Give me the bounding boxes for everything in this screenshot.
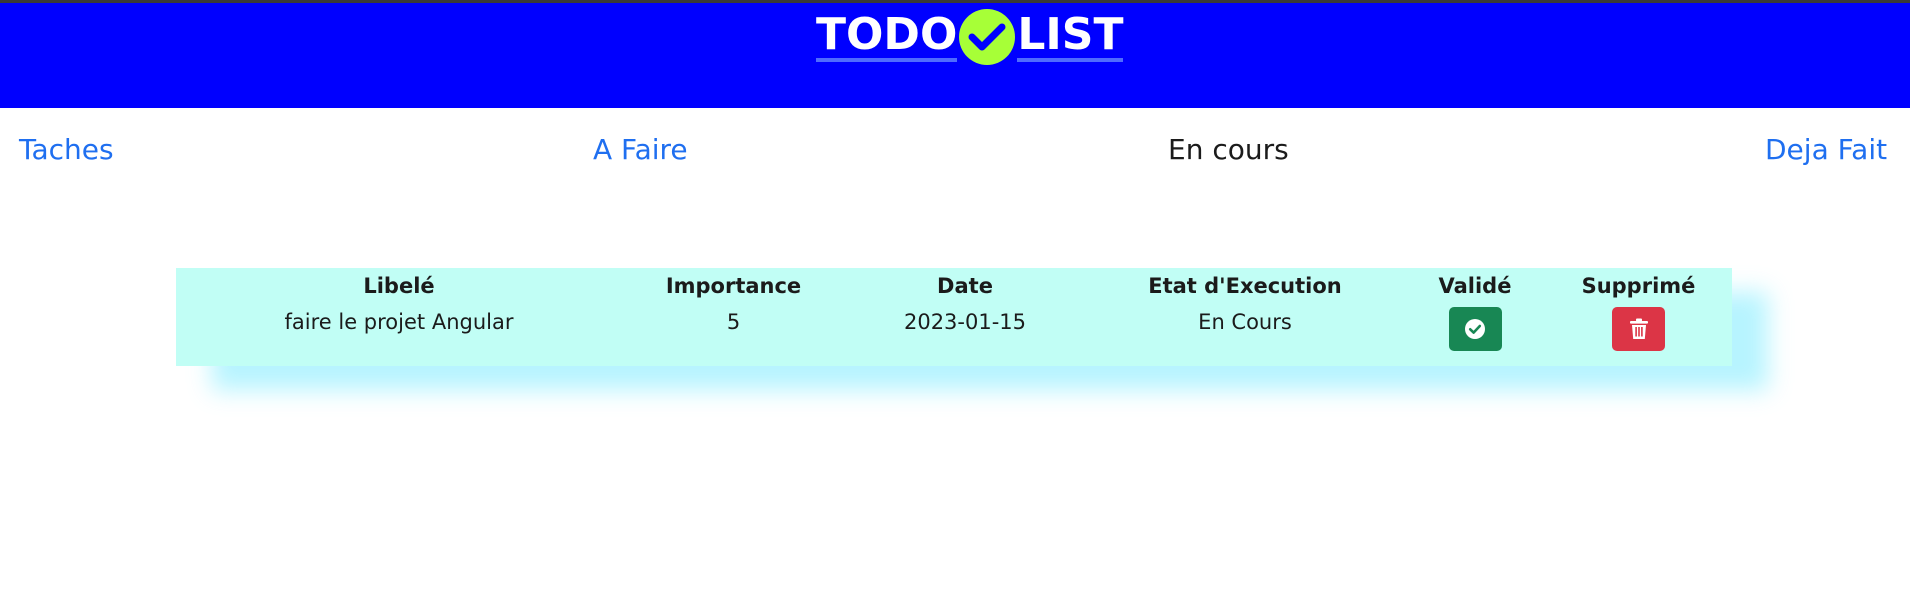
table-row: faire le projet Angular 5 2023-01-15 En … <box>176 304 1732 366</box>
nav-link-taches[interactable]: Taches <box>19 133 114 166</box>
task-date: 2023-01-15 <box>903 310 1027 334</box>
app-logo: TODO LIST <box>816 9 1124 65</box>
validate-button[interactable] <box>1448 307 1502 351</box>
nav-link-deja-fait[interactable]: Deja Fait <box>1765 133 1887 166</box>
task-importance: 5 <box>726 310 741 334</box>
column-header-etat: Etat d'Execution <box>1148 274 1342 298</box>
task-table: Libelé Importance Date Etat d'Execution … <box>176 268 1732 366</box>
column-header-valide: Validé <box>1438 274 1512 298</box>
column-header-importance: Importance <box>665 274 802 298</box>
delete-button[interactable] <box>1612 307 1665 351</box>
valide-cell <box>1405 304 1545 366</box>
trash-icon <box>1629 318 1648 339</box>
nav-link-a-faire[interactable]: A Faire <box>593 133 688 166</box>
supprime-cell <box>1545 304 1732 366</box>
check-circle-icon <box>959 9 1016 65</box>
column-header-libele: Libelé <box>363 274 435 298</box>
logo-text-right: LIST <box>1017 9 1124 62</box>
logo-text-left: TODO <box>816 9 958 62</box>
check-circle-icon <box>1465 319 1485 339</box>
nav-link-en-cours[interactable]: En cours <box>1168 133 1289 166</box>
column-header-date: Date <box>937 274 993 298</box>
column-header-supprime: Supprimé <box>1581 274 1696 298</box>
app-header: TODO LIST <box>0 3 1910 108</box>
table-header-row: Libelé Importance Date Etat d'Execution … <box>176 268 1732 304</box>
task-table-card: Libelé Importance Date Etat d'Execution … <box>176 268 1732 366</box>
task-etat: En Cours <box>1198 310 1292 334</box>
task-libele: faire le projet Angular <box>284 310 514 334</box>
status-nav: Taches A Faire En cours Deja Fait <box>0 133 1914 173</box>
